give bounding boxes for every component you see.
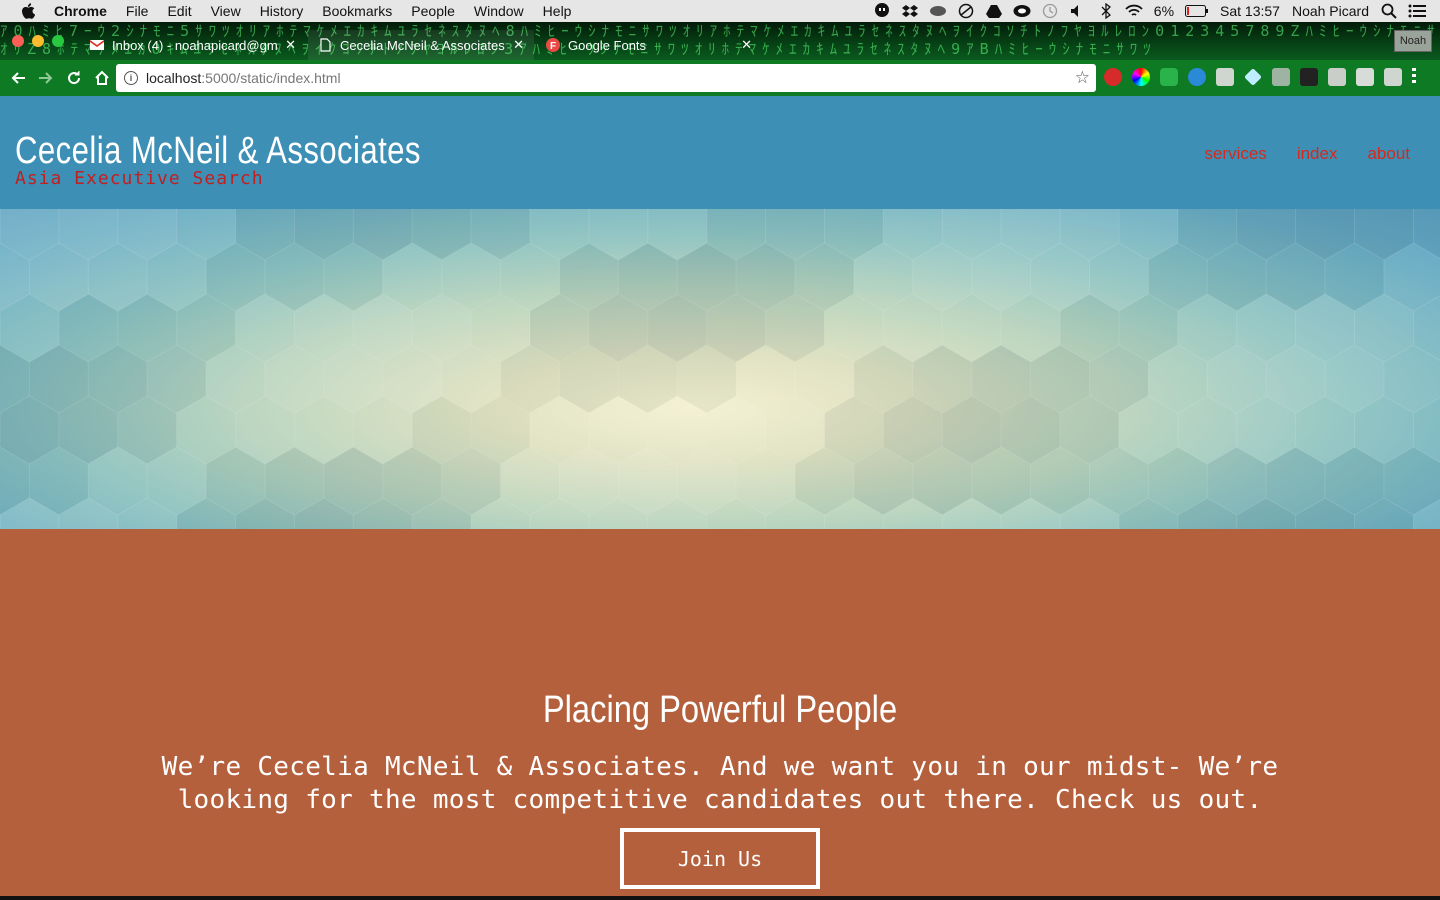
- tab-inbox[interactable]: Inbox (4) - noahapicard@gmail.com ✕: [80, 30, 306, 60]
- back-button[interactable]: [4, 64, 32, 92]
- extensions-bar: [1104, 68, 1426, 86]
- url-host: localhost: [146, 70, 202, 86]
- home-button[interactable]: [88, 64, 116, 92]
- nav-link-index[interactable]: index: [1297, 144, 1338, 164]
- nav-link-about[interactable]: about: [1367, 144, 1410, 164]
- brand-subtitle: Asia Executive Search: [15, 168, 264, 189]
- n-extension-icon[interactable]: [1384, 68, 1402, 86]
- blue-circle-extension-icon[interactable]: [1188, 68, 1206, 86]
- browser-toolbar: i localhost:5000/static/index.html ☆: [0, 60, 1440, 96]
- chrome-menu-icon[interactable]: [1412, 68, 1416, 86]
- window-minimize-button[interactable]: [32, 35, 44, 47]
- menu-view[interactable]: View: [211, 3, 241, 19]
- diamond-extension-icon[interactable]: [1244, 68, 1262, 86]
- notification-center-icon[interactable]: [1408, 3, 1426, 19]
- quote-extension-icon[interactable]: [1160, 68, 1178, 86]
- menu-people[interactable]: People: [411, 3, 455, 19]
- color-picker-icon[interactable]: [1132, 68, 1150, 86]
- google-fonts-icon: F: [546, 38, 560, 52]
- sync-icon[interactable]: [957, 3, 975, 19]
- creative-cloud-icon[interactable]: [1013, 3, 1031, 19]
- user-name[interactable]: Noah Picard: [1292, 3, 1369, 19]
- window-bottom-edge: [0, 896, 1440, 900]
- gmail-icon: [90, 40, 104, 50]
- clock[interactable]: Sat 13:57: [1220, 3, 1280, 19]
- menu-file[interactable]: File: [126, 3, 149, 19]
- menu-help[interactable]: Help: [543, 3, 572, 19]
- tab-google-fonts[interactable]: F Google Fonts ✕: [536, 30, 762, 60]
- address-bar[interactable]: i localhost:5000/static/index.html ☆: [116, 64, 1096, 92]
- forward-button[interactable]: [32, 64, 60, 92]
- crx-extension-icon[interactable]: [1272, 68, 1290, 86]
- tab-title: Cecelia McNeil & Associates | Asia: [340, 37, 505, 53]
- menu-bookmarks[interactable]: Bookmarks: [322, 3, 392, 19]
- battery-icon[interactable]: [1185, 3, 1209, 19]
- url-path: :5000/static/index.html: [201, 70, 341, 86]
- menu-app-name[interactable]: Chrome: [54, 3, 107, 19]
- status-area: 6% Sat 13:57 Noah Picard: [868, 0, 1440, 22]
- r-extension-icon[interactable]: [1328, 68, 1346, 86]
- wifi-icon[interactable]: [1125, 3, 1143, 19]
- nav-link-services[interactable]: services: [1204, 144, 1266, 164]
- cta-section: Placing Powerful People We’re Cecelia Mc…: [0, 529, 1440, 896]
- forward-arrow-icon: [39, 72, 53, 84]
- reload-button[interactable]: [60, 64, 88, 92]
- back-arrow-icon: [11, 72, 25, 84]
- dropbox-icon[interactable]: [901, 3, 919, 19]
- tab-title: Inbox (4) - noahapicard@gmail.com: [112, 37, 278, 53]
- spotlight-icon[interactable]: [1380, 3, 1398, 19]
- disk-icon[interactable]: [929, 3, 947, 19]
- bluetooth-icon[interactable]: [1097, 3, 1115, 19]
- window-close-button[interactable]: [12, 35, 24, 47]
- menu-edit[interactable]: Edit: [167, 3, 191, 19]
- tab-close-icon[interactable]: ✕: [513, 37, 524, 53]
- page-viewport: Cecelia McNeil & Associates Asia Executi…: [0, 96, 1440, 896]
- time-machine-icon[interactable]: [1041, 3, 1059, 19]
- profile-button[interactable]: Noah: [1394, 30, 1432, 52]
- home-icon: [95, 70, 109, 85]
- reload-icon: [68, 71, 81, 85]
- battery-percent: 6%: [1153, 3, 1175, 19]
- bookmark-star-icon[interactable]: ☆: [1075, 68, 1090, 88]
- join-us-button[interactable]: Join Us: [620, 828, 820, 889]
- cta-title: Placing Powerful People: [542, 689, 898, 731]
- volume-icon[interactable]: [1069, 3, 1087, 19]
- screen-extension-icon[interactable]: [1300, 68, 1318, 86]
- apple-icon[interactable]: [21, 3, 35, 19]
- drive-extension-icon[interactable]: [1356, 68, 1374, 86]
- cta-body: We’re Cecelia McNeil & Associates. And w…: [161, 752, 1279, 815]
- tab-title: Google Fonts: [568, 37, 647, 53]
- site-nav: services index about: [1174, 144, 1410, 164]
- menu-history[interactable]: History: [260, 3, 304, 19]
- site-header: Cecelia McNeil & Associates Asia Executi…: [0, 96, 1440, 209]
- hero-hexagon-banner: [0, 209, 1440, 529]
- menu-window[interactable]: Window: [474, 3, 524, 19]
- window-zoom-button[interactable]: [52, 35, 64, 47]
- browser-tab-strip: ｱ0ﾊﾐﾋ7ｰｳ2ｼﾅﾓﾆ5ｻﾜﾂｵﾘｱﾎﾃﾏｹﾒｴｶｷﾑﾕﾗｾﾈｽﾀﾇﾍ8ﾊﾐ…: [0, 22, 1440, 60]
- tab-close-icon[interactable]: ✕: [285, 37, 296, 53]
- tab-cecelia-mcneil[interactable]: Cecelia McNeil & Associates | Asia ✕: [308, 30, 534, 60]
- drive-icon[interactable]: [985, 3, 1003, 19]
- tab-close-icon[interactable]: ✕: [741, 37, 752, 53]
- page-icon: [320, 38, 331, 52]
- info-icon[interactable]: i: [124, 71, 138, 85]
- hangouts-icon[interactable]: [873, 3, 891, 19]
- brand-title[interactable]: Cecelia McNeil & Associates: [15, 130, 421, 173]
- ublock-icon[interactable]: [1104, 68, 1122, 86]
- svg-text:F: F: [550, 41, 556, 52]
- macos-menubar: Chrome File Edit View History Bookmarks …: [0, 0, 1440, 22]
- hexagon-pattern: [0, 209, 1440, 529]
- pocket-icon[interactable]: [1216, 68, 1234, 86]
